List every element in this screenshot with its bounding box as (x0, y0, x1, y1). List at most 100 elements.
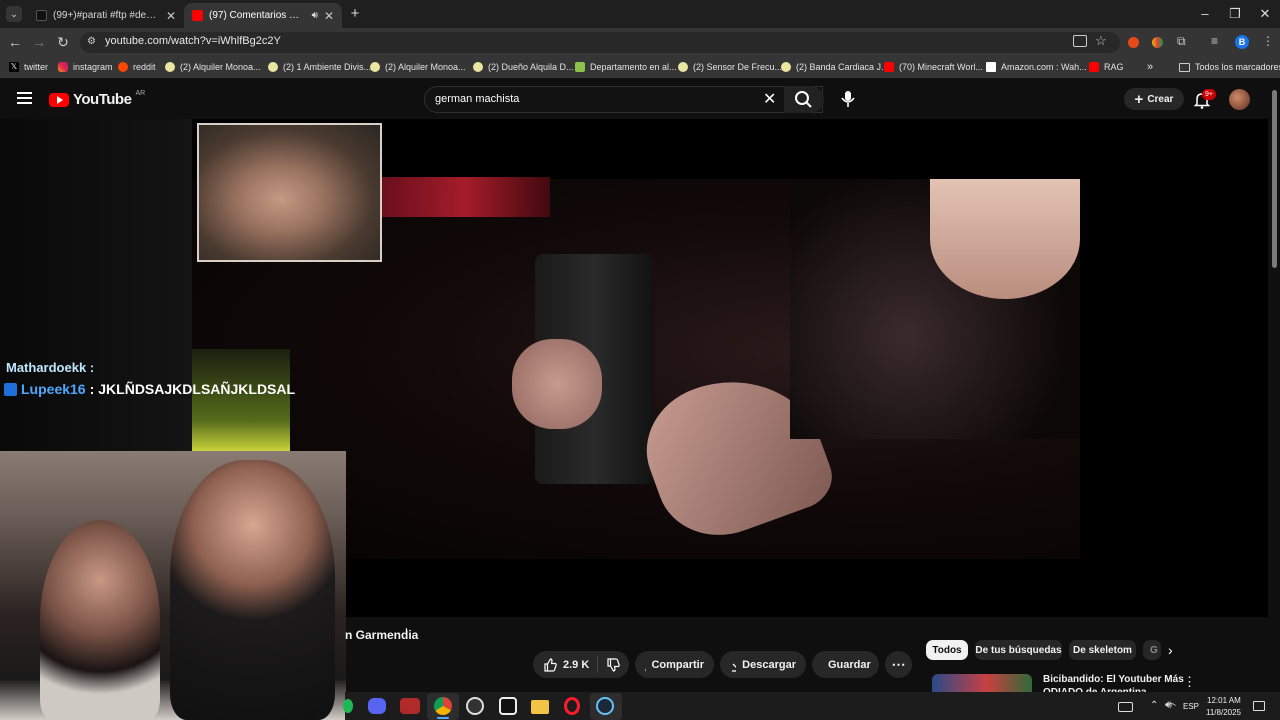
clock-time[interactable]: 12:01 AM (1207, 696, 1241, 705)
amazon-icon (986, 62, 996, 72)
scrollbar-thumb[interactable] (1272, 90, 1277, 268)
site-info-icon[interactable]: ⚙ (87, 36, 99, 48)
bookmark-label: instagram (73, 62, 113, 72)
close-tab-icon[interactable]: ✕ (324, 9, 334, 23)
share-button[interactable]: Compartir (635, 651, 714, 678)
chip-todos[interactable]: Todos (926, 640, 968, 660)
bookmark-alquiler-1[interactable]: (2) Alquiler Monoa... (165, 59, 261, 75)
account-avatar[interactable] (1229, 89, 1250, 110)
chat-message-partial: Mathardoekk : (6, 360, 95, 372)
restore-button[interactable]: ❐ (1220, 4, 1250, 24)
minimize-button[interactable]: – (1190, 4, 1220, 24)
more-bookmarks-button[interactable]: » (1147, 59, 1153, 75)
back-button[interactable]: ← (6, 33, 24, 51)
voice-search-button[interactable] (836, 88, 860, 110)
bookmark-star-icon[interactable]: ☆ (1095, 33, 1107, 49)
speaker-icon[interactable]: 🔊︎ (312, 10, 318, 21)
bookmark-twitter[interactable]: 𝕏 twitter (9, 59, 48, 75)
listing-icon (165, 62, 175, 72)
youtube-logo[interactable]: YouTube AR (49, 90, 146, 108)
tab-youtube[interactable]: (97) Comentarios machista 🔊︎ ✕ (184, 3, 342, 28)
menu-hamburger-icon[interactable] (17, 92, 32, 104)
person-left-shape (40, 520, 160, 720)
bookmark-rag[interactable]: RAG (1089, 59, 1124, 75)
volume-icon[interactable]: 🔊︎ (1165, 699, 1172, 712)
media-controls-icon[interactable]: ≡ (1211, 34, 1218, 48)
reload-button[interactable]: ↻ (54, 33, 72, 51)
spotify-icon[interactable] (343, 699, 353, 713)
bookmark-sensor[interactable]: (2) Sensor De Frecu... (678, 59, 782, 75)
bookmark-ambiente[interactable]: (2) 1 Ambiente Divis... (268, 59, 371, 75)
search-button[interactable] (784, 86, 824, 113)
tray-keyboard-icon[interactable] (1118, 702, 1133, 712)
recommended-thumbnail[interactable] (932, 674, 1032, 694)
extension-icon-2[interactable] (1152, 37, 1163, 48)
capcut-icon[interactable] (499, 697, 517, 715)
extensions-puzzle-icon[interactable]: ⧉ (1177, 34, 1186, 49)
bookmark-minecraft[interactable]: (70) Minecraft Worl... (884, 59, 983, 75)
clock-date[interactable]: 11/8/2025 (1206, 708, 1241, 717)
obs-icon[interactable] (466, 697, 484, 715)
property-icon (575, 62, 585, 72)
tray-overflow-icon[interactable]: ⌃ (1150, 700, 1158, 711)
save-button[interactable]: Guardar (812, 651, 879, 678)
tab-search-button[interactable]: ⌄ (6, 6, 22, 22)
chat-separator: : (89, 381, 95, 397)
profile-avatar[interactable]: B (1235, 35, 1249, 49)
discord-icon[interactable] (368, 698, 386, 714)
bookmark-dueno[interactable]: (2) Dueño Alquila D... (473, 59, 574, 75)
search-query: german machista (435, 93, 520, 105)
search-icon (795, 91, 812, 108)
active-app-indicator (437, 717, 449, 719)
bookmark-reddit[interactable]: reddit (118, 59, 156, 75)
tab-tiktok[interactable]: (99+)#parati #ftp #deshi #soyg ✕ (28, 3, 184, 28)
extension-icon-1[interactable] (1128, 37, 1139, 48)
bookmark-departamento[interactable]: Departamento en al... (575, 59, 677, 75)
like-button[interactable]: 2.9 K (533, 656, 599, 673)
new-tab-button[interactable]: + (347, 5, 363, 23)
install-app-icon[interactable] (1073, 35, 1087, 47)
all-bookmarks-button[interactable]: Todos los marcadores (1179, 59, 1280, 75)
forward-button[interactable]: → (30, 33, 48, 51)
chat-message: Lupeek16 : JKLÑDSAJKDLSAÑJKLDSAL (4, 381, 295, 397)
chrome-icon[interactable] (434, 697, 452, 715)
neck-shape (930, 179, 1080, 299)
clear-search-icon[interactable]: ✕ (763, 89, 776, 109)
bookmark-amazon[interactable]: Amazon.com : Wah... (986, 59, 1087, 75)
bookmark-banda[interactable]: (2) Banda Cardiaca J... (781, 59, 889, 75)
browser-menu-icon[interactable]: ⋮ (1262, 34, 1274, 48)
bookmark-label: RAG (1104, 62, 1124, 72)
language-indicator[interactable]: ESP (1183, 702, 1199, 711)
files-icon[interactable] (531, 700, 549, 714)
country-code: AR (135, 90, 146, 97)
create-button[interactable]: + Crear (1124, 88, 1184, 110)
tiktok-icon (36, 10, 47, 21)
bookmark-instagram[interactable]: instagram (58, 59, 113, 75)
person-right-shape (170, 460, 335, 720)
chip-partial[interactable]: G (1143, 640, 1161, 660)
more-actions-button[interactable]: ⋯ (885, 651, 912, 678)
dislike-button[interactable] (598, 657, 628, 672)
bookmark-label: (2) Sensor De Frecu... (693, 62, 783, 72)
youtube-icon (1089, 62, 1099, 72)
folder-icon (1179, 62, 1190, 72)
youtube-play-icon (49, 92, 69, 107)
chips-next-button[interactable]: › (1168, 640, 1188, 660)
close-window-button[interactable]: ✕ (1250, 4, 1280, 24)
url-text: youtube.com/watch?v=iWhlfBg2c2Y (105, 35, 281, 47)
voicemeeter-icon[interactable] (400, 698, 420, 714)
chip-de-tus-busquedas[interactable]: De tus búsquedas (975, 640, 1062, 660)
share-label: Compartir (651, 658, 704, 671)
tab-title: (99+)#parati #ftp #deshi #soyg (53, 10, 160, 21)
recommended-title-line1[interactable]: Bicibandido: El Youtuber Más (1043, 674, 1184, 685)
opera-icon[interactable] (564, 697, 580, 715)
chip-de-skeletom[interactable]: De skeletom (1069, 640, 1136, 660)
notification-center-icon[interactable] (1253, 701, 1265, 711)
close-tab-icon[interactable]: ✕ (166, 9, 176, 23)
steam-icon[interactable] (596, 697, 614, 715)
recommended-menu-icon[interactable]: ⋮ (1183, 674, 1196, 690)
chevron-down-icon: ⌄ (10, 9, 18, 19)
download-button[interactable]: Descargar (720, 651, 806, 678)
microphone-icon (841, 91, 855, 107)
bookmark-alquiler-2[interactable]: (2) Alquiler Monoa... (370, 59, 466, 75)
